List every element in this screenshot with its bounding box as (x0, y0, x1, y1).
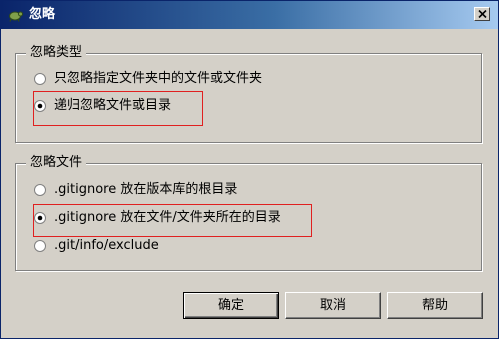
ignore-type-legend: 忽略类型 (26, 45, 87, 61)
help-button[interactable]: 帮助 (387, 292, 483, 319)
radio-unchecked-icon[interactable] (34, 73, 46, 85)
radio-unchecked-icon[interactable] (34, 240, 46, 252)
cancel-button[interactable]: 取消 (285, 292, 381, 319)
radio-label: 只忽略指定文件夹中的文件或文件夹 (54, 71, 263, 86)
window-title: 忽略 (29, 7, 56, 22)
close-button[interactable] (474, 7, 490, 21)
highlight-box-recursive (33, 91, 203, 126)
highlight-box-gitignore-dir (33, 204, 312, 237)
ok-button[interactable]: 确定 (183, 292, 279, 319)
radio-unchecked-icon[interactable] (34, 184, 46, 196)
radio-label: .git/info/exclude (54, 238, 159, 253)
ignore-dialog: 忽略 忽略类型 只忽略指定文件夹中的文件或文件夹 递归忽略文件或目录 忽略文件 … (0, 0, 499, 339)
title-bar[interactable]: 忽略 (1, 1, 498, 29)
ignore-file-legend: 忽略文件 (26, 155, 87, 171)
tortoise-git-icon (7, 7, 23, 23)
radio-label: .gitignore 放在版本库的根目录 (54, 182, 238, 197)
